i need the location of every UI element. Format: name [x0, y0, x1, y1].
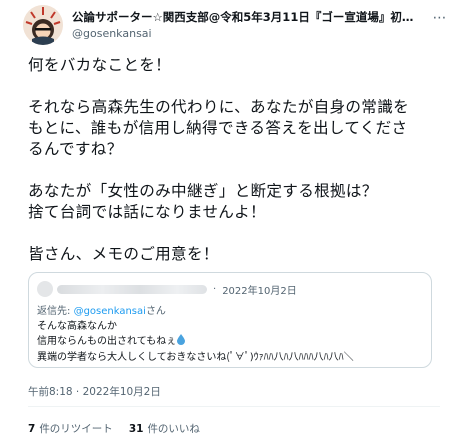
author-name[interactable]: 公論サポーター☆関西支部@令和5年3月11日『ゴー宣道場』初の… [72, 9, 422, 25]
avatar[interactable] [23, 5, 63, 45]
quoted-line-2: 信用ならんもの出されてもねぇ [37, 334, 354, 350]
reply-suffix: さん [145, 306, 166, 317]
author-handle[interactable]: @gosenkansai [72, 27, 152, 40]
tweet-line: もとに、誰もが信用し納得できる答えを出してくださ [28, 119, 408, 137]
tweet: 公論サポーター☆関西支部@令和5年3月11日『ゴー宣道場』初の… @gosenk… [0, 0, 468, 444]
quoted-date: 2022年10月2日 [222, 285, 297, 297]
quoted-text: そんな高森なんか 信用ならんもの出されてもねぇ 異端の学者なら大人しくしておきな… [37, 319, 354, 365]
tweet-stats: 7 件のリツイート 31 件のいいね [28, 421, 216, 436]
tweet-line: あなたが「女性のみ中継ぎ」と断定する根拠は？ [28, 182, 378, 200]
quoted-tweet-header: · 2022年10月2日 [37, 281, 297, 297]
reply-prefix: 返信先: [37, 306, 74, 317]
divider [28, 406, 440, 407]
tweet-timestamp[interactable]: 午前8:18 · 2022年10月2日 [28, 384, 161, 399]
tweet-line: 皆さん、メモのご用意を！ [28, 245, 219, 263]
quoted-tweet[interactable]: · 2022年10月2日 返信先: @gosenkansaiさん そんな高森なん… [28, 272, 432, 368]
redacted-author [57, 284, 207, 294]
quoted-separator: · [213, 283, 217, 295]
reply-to: 返信先: @gosenkansaiさん [37, 302, 166, 317]
quoted-line: 異端の学者なら大人しくしておきなさいね(ﾟ∀ﾟ)ｳｧﾊﾊ八ﾊ八ﾊﾊﾊ八ﾊ八ﾊ＼ [37, 352, 354, 363]
quoted-line: そんな高森なんか [37, 321, 117, 332]
tweet-line: 何をバカなことを！ [28, 56, 172, 74]
more-icon[interactable]: ⋯ [428, 8, 452, 28]
tweet-line: それなら高森先生の代わりに、あなたが自身の常識を [28, 98, 409, 116]
retweet-count-link[interactable]: 7 件のリツイート [28, 421, 113, 436]
like-count-link[interactable]: 31 件のいいね [129, 421, 200, 436]
droplet-icon [177, 334, 186, 350]
tweet-line: 捨て台詞では話になりませんよ！ [28, 203, 266, 221]
tweet-line: るんですね？ [28, 140, 123, 158]
tweet-text: 何をバカなことを！ それなら高森先生の代わりに、あなたが自身の常識を もとに、誰… [28, 55, 446, 265]
reply-mention[interactable]: @gosenkansai [74, 306, 146, 317]
quoted-avatar [37, 281, 53, 297]
